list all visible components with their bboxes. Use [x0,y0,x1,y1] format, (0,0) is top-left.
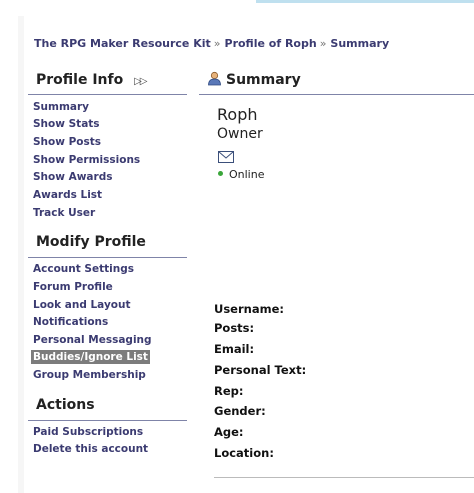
sidebar-item-summary[interactable]: Summary [33,100,89,114]
sidebar-item-notifications[interactable]: Notifications [33,315,108,329]
envelope-icon[interactable] [218,148,234,167]
field-personal-text: Personal Text: [214,363,307,377]
sidebar-item-forum-profile[interactable]: Forum Profile [33,280,113,294]
actions-heading: Actions [36,397,95,413]
summary-bottom-divider [214,477,474,478]
breadcrumb-separator: » [213,37,221,50]
user-role: Owner [217,126,263,142]
user-icon [207,71,222,90]
actions-divider [28,420,187,421]
profile-info-divider [28,94,187,95]
double-arrow-icon[interactable]: ▷▷ [134,76,147,87]
field-username: Username: [214,302,284,316]
modify-profile-heading: Modify Profile [36,234,146,250]
summary-heading: Summary [207,71,301,90]
sidebar-item-paid-subscriptions[interactable]: Paid Subscriptions [33,425,143,439]
sidebar-item-delete-account[interactable]: Delete this account [33,442,148,456]
online-status-label: Online [229,168,265,181]
field-email: Email: [214,342,255,356]
field-gender: Gender: [214,404,266,418]
sidebar-item-awards-list[interactable]: Awards List [33,188,102,202]
sidebar-item-show-stats[interactable]: Show Stats [33,117,100,131]
sidebar-item-account-settings[interactable]: Account Settings [33,262,134,276]
sidebar-item-show-permissions[interactable]: Show Permissions [33,153,140,167]
profile-info-heading[interactable]: Profile Info ▷▷ [36,72,148,88]
online-status: Online [218,168,264,181]
breadcrumb: The RPG Maker Resource Kit» Profile of Ro… [34,37,389,50]
profile-info-title: Profile Info [36,72,124,88]
field-location: Location: [214,446,274,460]
top-accent-bar [256,0,474,3]
online-dot-icon [218,171,223,176]
modify-profile-divider [28,257,187,258]
summary-title: Summary [226,72,301,88]
sidebar-item-show-awards[interactable]: Show Awards [33,170,112,184]
user-name: Roph [217,105,258,124]
breadcrumb-profile[interactable]: Profile of Roph [225,37,317,50]
field-rep: Rep: [214,384,244,398]
sidebar-item-track-user[interactable]: Track User [33,206,95,220]
sidebar-item-buddies-ignore-list[interactable]: Buddies/Ignore List [31,350,150,364]
field-posts: Posts: [214,321,255,335]
sidebar-item-show-posts[interactable]: Show Posts [33,135,101,149]
sidebar-item-look-and-layout[interactable]: Look and Layout [33,298,131,312]
breadcrumb-forum[interactable]: The RPG Maker Resource Kit [34,37,211,50]
breadcrumb-summary[interactable]: Summary [330,37,389,50]
sidebar-item-group-membership[interactable]: Group Membership [33,368,146,382]
summary-divider [199,94,474,95]
breadcrumb-separator: » [319,37,327,50]
sidebar-item-personal-messaging[interactable]: Personal Messaging [33,333,152,347]
field-age: Age: [214,425,244,439]
